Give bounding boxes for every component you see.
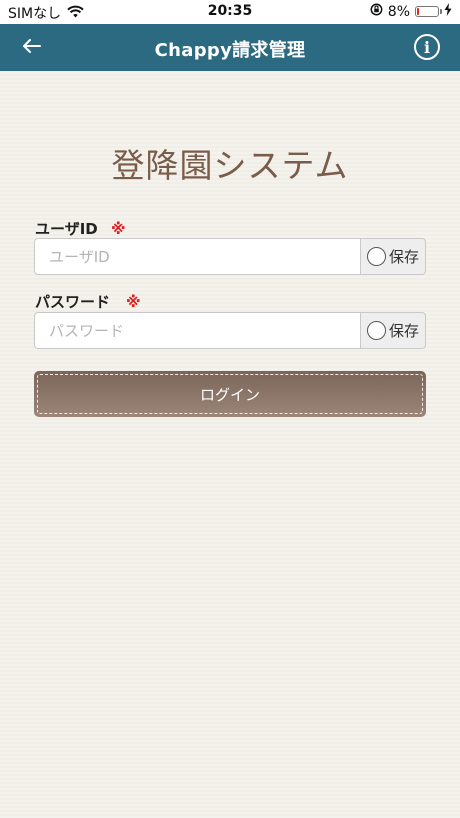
info-button[interactable]: i	[414, 34, 440, 60]
save-user-id-label: 保存	[388, 248, 419, 266]
save-user-id-toggle[interactable]: 保存	[360, 238, 426, 275]
info-icon: i	[423, 37, 431, 57]
charging-bolt-icon	[444, 3, 452, 20]
status-bar: SIMなし 20:35 8%	[0, 0, 460, 24]
login-button-label: ログイン	[37, 374, 423, 414]
save-password-toggle[interactable]: 保存	[360, 312, 426, 349]
status-right: 8%	[370, 3, 452, 20]
battery-percent: 8%	[387, 3, 410, 20]
login-button[interactable]: ログイン	[34, 371, 426, 417]
user-id-row: 保存	[34, 238, 426, 275]
battery-icon	[415, 6, 442, 17]
password-input[interactable]	[34, 312, 360, 349]
save-user-id-checkbox[interactable]	[366, 247, 386, 266]
password-required-mark: ※	[126, 293, 141, 311]
user-id-input[interactable]	[34, 238, 360, 275]
password-label: パスワード	[35, 293, 111, 311]
user-id-required-mark: ※	[111, 220, 126, 238]
user-id-label: ユーザID	[35, 220, 98, 238]
login-form: 登降園システム ユーザID ※ 保存 パスワード ※ 保存 ログイン	[0, 71, 460, 818]
orientation-lock-icon	[370, 3, 383, 20]
page-title: Chappy請求管理	[154, 40, 306, 61]
save-password-label: 保存	[388, 322, 419, 340]
save-password-checkbox[interactable]	[366, 321, 386, 340]
password-row: 保存	[34, 312, 426, 349]
system-title: 登降園システム	[111, 146, 349, 185]
nav-bar: Chappy請求管理 i	[0, 24, 460, 71]
battery-level	[417, 8, 419, 15]
